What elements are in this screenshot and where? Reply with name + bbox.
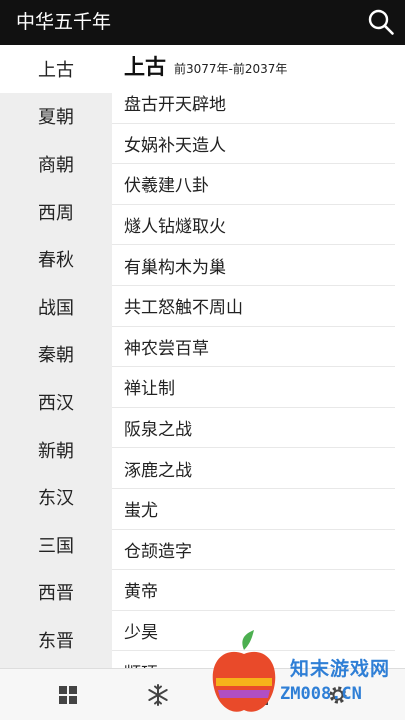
snowflake-icon[interactable] (146, 683, 170, 707)
top-app-bar: 中华五千年 (0, 0, 405, 45)
sidebar-item-zhanguo[interactable]: 战国 (0, 283, 112, 331)
list-item[interactable]: 盘古开天辟地 (112, 83, 395, 124)
era-header: 上古 前3077年-前2037年 (112, 45, 405, 83)
sidebar-item-xihan[interactable]: 西汉 (0, 378, 112, 426)
event-panel: 上古 前3077年-前2037年 盘古开天辟地 女娲补天造人 伏羲建八卦 燧人钻… (112, 45, 405, 668)
sidebar-item-dongjin[interactable]: 东晋 (0, 616, 112, 664)
document-icon[interactable] (248, 683, 272, 707)
grid-icon[interactable] (56, 683, 80, 707)
list-item[interactable]: 伏羲建八卦 (112, 164, 395, 205)
sidebar-item-shanggu[interactable]: 上古 (0, 45, 112, 93)
sidebar-item-donghan[interactable]: 东汉 (0, 473, 112, 521)
sidebar-item-xin[interactable]: 新朝 (0, 426, 112, 474)
list-item[interactable]: 涿鹿之战 (112, 448, 395, 489)
list-item[interactable]: 有巢构木为巢 (112, 245, 395, 286)
list-item[interactable]: 禅让制 (112, 367, 395, 408)
event-list: 盘古开天辟地 女娲补天造人 伏羲建八卦 燧人钻燧取火 有巢构木为巢 共工怒触不周… (112, 83, 405, 668)
list-item[interactable]: 女娲补天造人 (112, 124, 395, 165)
sidebar-item-sanguo[interactable]: 三国 (0, 521, 112, 569)
sidebar-item-chunqiu[interactable]: 春秋 (0, 235, 112, 283)
list-item[interactable]: 燧人钻燧取火 (112, 205, 395, 246)
list-item[interactable]: 蚩尤 (112, 489, 395, 530)
list-item[interactable]: 黄帝 (112, 570, 395, 611)
list-item[interactable]: 颛顼 (112, 651, 395, 668)
list-item[interactable]: 仓颉造字 (112, 530, 395, 571)
list-item[interactable]: 少昊 (112, 611, 395, 652)
sidebar-item-shang[interactable]: 商朝 (0, 140, 112, 188)
sidebar-item-xijin[interactable]: 西晋 (0, 569, 112, 617)
sidebar-item-xizhou[interactable]: 西周 (0, 188, 112, 236)
list-item[interactable]: 阪泉之战 (112, 408, 395, 449)
era-title: 上古 (124, 55, 166, 79)
bottom-tab-bar (0, 668, 405, 720)
gear-icon[interactable] (326, 683, 350, 707)
era-date-range: 前3077年-前2037年 (174, 62, 288, 76)
list-item[interactable]: 神农尝百草 (112, 327, 395, 368)
sidebar-item-xia[interactable]: 夏朝 (0, 93, 112, 141)
era-sidebar: 上古 夏朝 商朝 西周 春秋 战国 秦朝 西汉 新朝 东汉 三国 西晋 东晋 (0, 45, 112, 668)
app-title: 中华五千年 (16, 11, 112, 33)
search-icon[interactable] (367, 8, 395, 36)
list-item[interactable]: 共工怒触不周山 (112, 286, 395, 327)
sidebar-item-qin[interactable]: 秦朝 (0, 331, 112, 379)
